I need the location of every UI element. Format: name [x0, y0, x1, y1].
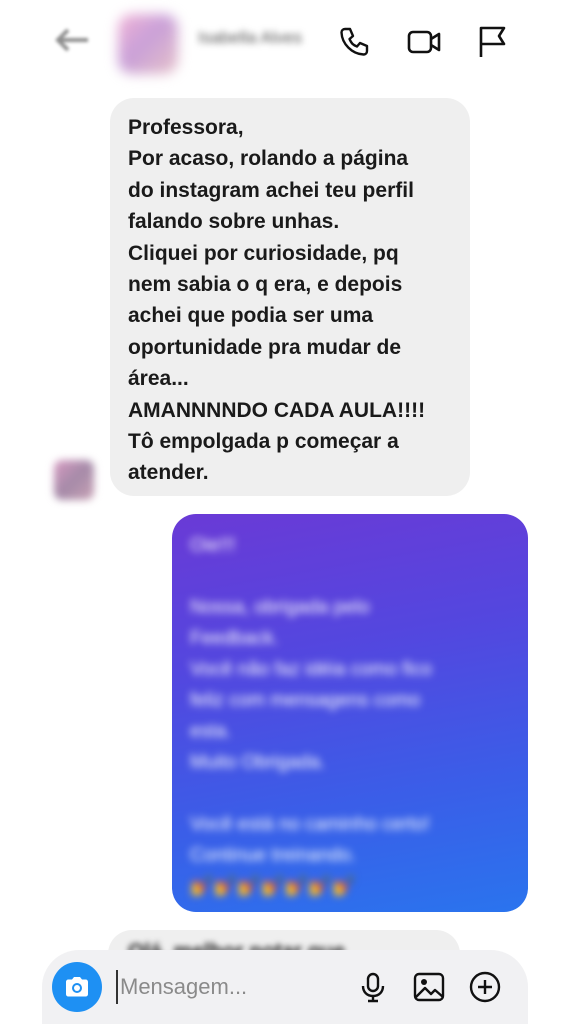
outgoing-message-line: Muito Obrigada. — [190, 752, 326, 773]
incoming-message-bubble[interactable]: Professora, Por acaso, rolando a página do… — [110, 98, 470, 496]
message-input[interactable] — [116, 970, 340, 1004]
outgoing-message-line: Você está no caminho certo! — [190, 814, 430, 835]
incoming-message-line: nem sabia o q era, e depois — [128, 273, 403, 297]
outgoing-message-line — [190, 561, 510, 592]
incoming-message-line: área... — [128, 367, 189, 391]
incoming-message-line: Cliquei por curiosidade, pq — [128, 241, 399, 265]
incoming-message-line: do instagram achei teu perfil — [128, 178, 414, 202]
outgoing-message-line: Feedback. — [190, 628, 279, 649]
incoming-message-line: atender. — [128, 461, 209, 485]
back-arrow-icon[interactable] — [50, 22, 94, 58]
outgoing-message-text: Oie!!! Nossa, obrigada pelo Feedback. Você … — [190, 530, 510, 902]
add-icon[interactable] — [468, 970, 502, 1004]
incoming-message-line: falando sobre unhas. — [128, 210, 340, 234]
incoming-message-line: Tô empolgada p começar a — [128, 430, 399, 454]
outgoing-message-line: Oie!!! — [190, 535, 236, 556]
contact-avatar[interactable] — [118, 14, 178, 74]
camera-icon — [66, 977, 88, 997]
sender-avatar[interactable] — [54, 460, 94, 500]
incoming-message-line: AMANNNNDO CADA AULA!!!! — [128, 398, 426, 422]
incoming-message-line: Professora, — [128, 116, 244, 139]
outgoing-message-line: Continue treinando. — [190, 845, 356, 866]
outgoing-message-line: esta. — [190, 721, 232, 742]
outgoing-message-line: 💅💅💅💅💅💅💅 — [190, 876, 356, 897]
phone-icon[interactable] — [336, 24, 372, 60]
contact-name[interactable]: Isabella Alves — [198, 28, 308, 48]
incoming-message-line: Por acaso, rolando a página — [128, 147, 409, 171]
outgoing-message-line: feliz com mensagens como — [190, 690, 421, 711]
flag-icon[interactable] — [474, 24, 510, 60]
gallery-icon[interactable] — [412, 970, 446, 1004]
incoming-message-line: oportunidade pra mudar de — [128, 335, 402, 359]
video-call-icon[interactable] — [406, 24, 442, 60]
outgoing-message-line — [190, 778, 510, 809]
outgoing-message-line: Nossa, obrigada pelo — [190, 597, 370, 618]
outgoing-message-line: Você não faz idéia como fico — [190, 659, 432, 680]
microphone-icon[interactable] — [356, 970, 390, 1004]
message-composer — [42, 950, 528, 1024]
chat-header: Isabella Alves — [0, 0, 576, 86]
camera-button[interactable] — [52, 962, 102, 1012]
outgoing-message-bubble[interactable]: Oie!!! Nossa, obrigada pelo Feedback. Você … — [172, 514, 528, 912]
incoming-message-line: achei que podia ser uma — [128, 304, 374, 328]
